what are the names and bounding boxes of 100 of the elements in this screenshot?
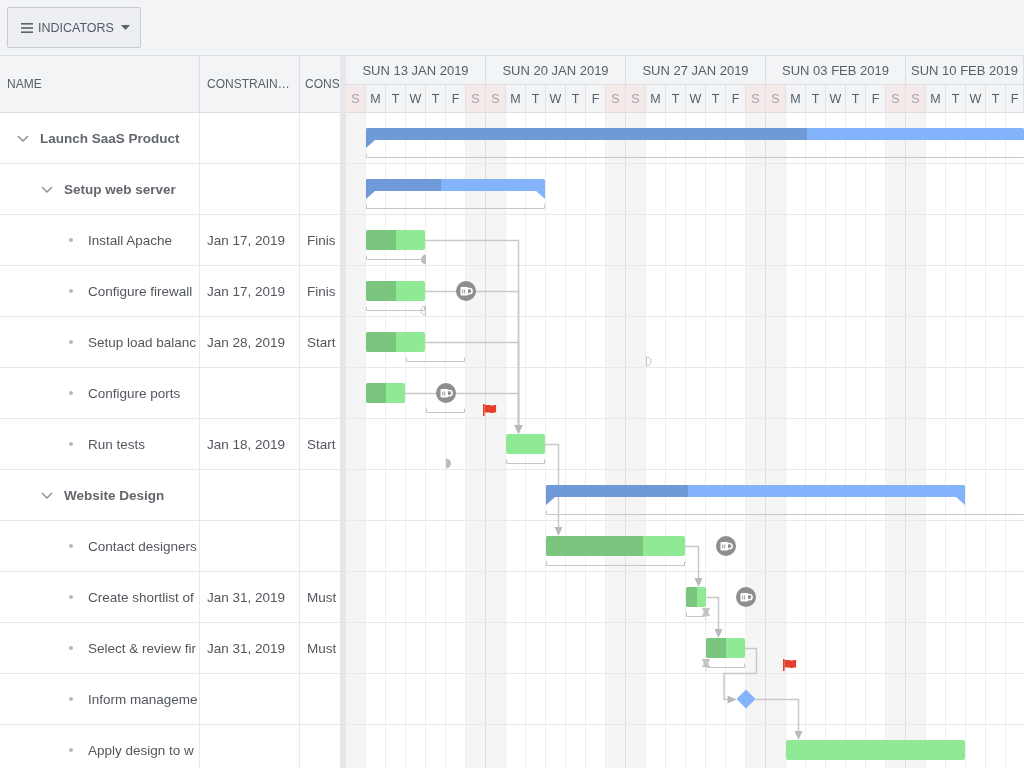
- task-bar[interactable]: [506, 434, 545, 454]
- baseline-bracket: [426, 408, 465, 413]
- day-letter: S: [906, 85, 926, 112]
- day-letter: S: [346, 85, 366, 112]
- caret-icon: [120, 25, 130, 30]
- constraint-type: Must: [307, 640, 337, 656]
- indicators-button[interactable]: INDICATORS: [7, 7, 141, 48]
- day-letter: W: [546, 85, 566, 112]
- task-name: Inform manageme: [88, 691, 198, 707]
- constraint-date: Jan 18, 2019: [207, 436, 286, 452]
- day-letter: S: [626, 85, 646, 112]
- bullet-icon: [69, 289, 73, 293]
- constraint-date: Jan 31, 2019: [207, 640, 286, 656]
- day-letter: T: [946, 85, 966, 112]
- day-letter: T: [706, 85, 726, 112]
- day-letter: T: [986, 85, 1006, 112]
- day-letter: W: [406, 85, 426, 112]
- week-label: SUN 20 JAN 2019: [486, 56, 626, 84]
- constraint-date: Jan 17, 2019: [207, 232, 286, 248]
- day-letter: S: [766, 85, 786, 112]
- task-bar[interactable]: [366, 332, 425, 352]
- bullet-icon: [69, 595, 73, 599]
- task-name: Create shortlist of: [88, 589, 194, 605]
- baseline-bracket: [506, 459, 545, 464]
- day-letter: T: [806, 85, 826, 112]
- mug-icon: [436, 383, 456, 403]
- pin-icon: [701, 608, 711, 621]
- day-letter: T: [666, 85, 686, 112]
- bullet-icon: [69, 340, 73, 344]
- dependency-arrow: [704, 596, 723, 638]
- splitter-handle[interactable]: [340, 56, 346, 768]
- day-letter: S: [486, 85, 506, 112]
- day-letter: W: [826, 85, 846, 112]
- task-name: Configure ports: [88, 385, 181, 401]
- task-bar[interactable]: [366, 281, 425, 301]
- flag-icon: [483, 404, 497, 416]
- baseline-bracket: [686, 612, 705, 617]
- bullet-icon: [69, 646, 73, 650]
- milestone-diamond[interactable]: [736, 689, 756, 709]
- dependency-arrow: [684, 545, 703, 587]
- task-bar[interactable]: [786, 740, 965, 760]
- task-name: Select & review fir: [88, 640, 197, 656]
- constraint-date: Jan 17, 2019: [207, 283, 286, 299]
- task-name: Apply design to w: [88, 742, 194, 758]
- task-bar[interactable]: [546, 536, 685, 556]
- bullet-icon: [69, 697, 73, 701]
- day-letter: M: [926, 85, 946, 112]
- task-name: Setup web server: [64, 181, 176, 197]
- column-header[interactable]: CONSTRAIN…: [200, 56, 300, 112]
- bullet-icon: [69, 391, 73, 395]
- summary-bar[interactable]: [366, 128, 1024, 140]
- chevron-icon[interactable]: [41, 491, 53, 499]
- constraint-type: Start: [307, 436, 336, 452]
- task-bar[interactable]: [366, 230, 425, 250]
- baseline-bracket: [406, 357, 465, 362]
- half-ring-icon: [646, 356, 652, 367]
- task-name: Setup load balanc: [88, 334, 197, 350]
- day-letter: T: [386, 85, 406, 112]
- week-label: SUN 13 JAN 2019: [346, 56, 486, 84]
- day-letter: M: [786, 85, 806, 112]
- task-bar[interactable]: [706, 638, 745, 658]
- constraint-type: Finis: [307, 283, 336, 299]
- day-letter: M: [506, 85, 526, 112]
- task-bar[interactable]: [366, 383, 405, 403]
- day-letter: W: [966, 85, 986, 112]
- summary-end-cap: [366, 191, 375, 199]
- mug-icon: [716, 536, 736, 556]
- day-letter: S: [746, 85, 766, 112]
- task-bar[interactable]: [686, 587, 706, 607]
- flag-icon: [783, 659, 797, 671]
- bullet-icon: [69, 748, 73, 752]
- day-letter: W: [686, 85, 706, 112]
- baseline-bracket: [706, 663, 745, 668]
- bullet-icon: [69, 442, 73, 446]
- day-letter: T: [846, 85, 866, 112]
- day-letter: T: [526, 85, 546, 112]
- task-name: Launch SaaS Product: [40, 130, 180, 146]
- task-name: Run tests: [88, 436, 146, 452]
- column-header[interactable]: CONS: [300, 56, 340, 112]
- week-label: SUN 03 FEB 2019: [766, 56, 906, 84]
- day-letter: S: [466, 85, 486, 112]
- day-letter: M: [366, 85, 386, 112]
- bullet-icon: [69, 544, 73, 548]
- dependency-arrow: [754, 698, 803, 740]
- constraint-date: Jan 28, 2019: [207, 334, 286, 350]
- task-name: Configure firewall: [88, 283, 193, 299]
- week-label: SUN 27 JAN 2019: [626, 56, 766, 84]
- week-label: SUN 10 FEB 2019: [906, 56, 1024, 84]
- constraint-type: Must: [307, 589, 337, 605]
- column-header[interactable]: NAME: [0, 56, 200, 112]
- day-letter: M: [646, 85, 666, 112]
- day-letter: F: [1006, 85, 1024, 112]
- chevron-icon[interactable]: [41, 185, 53, 193]
- day-letter: S: [886, 85, 906, 112]
- day-letter: S: [606, 85, 626, 112]
- pin-icon: [701, 659, 711, 672]
- half-ring-icon: [420, 305, 426, 316]
- summary-end-cap: [366, 140, 375, 148]
- chevron-icon[interactable]: [17, 134, 29, 142]
- task-name: Contact designers: [88, 538, 197, 554]
